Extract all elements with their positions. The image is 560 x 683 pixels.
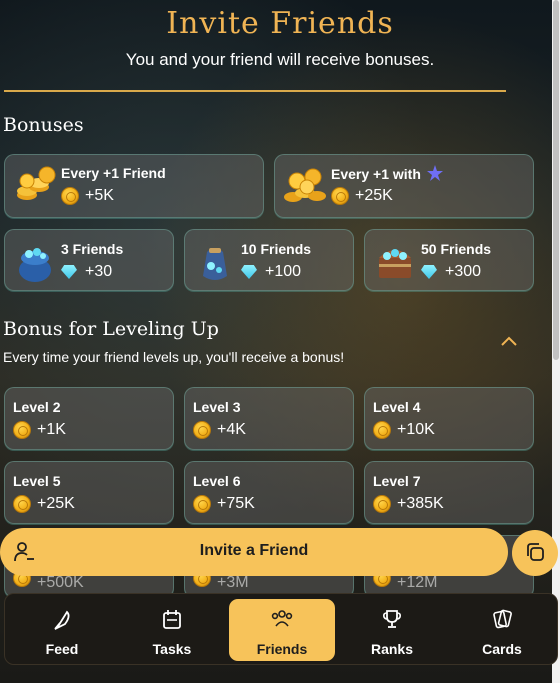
level-value-text: +1K — [37, 421, 66, 438]
bonus-card-every-friend: Every +1 Friend +5K — [4, 154, 264, 218]
coin-icon — [13, 495, 31, 513]
level-value-text: +500K — [37, 574, 84, 591]
bonus-value-text: +25K — [355, 187, 393, 204]
level-name: Level 6 — [193, 473, 241, 489]
bonus-card-name-text: Every +1 with — [331, 166, 421, 182]
level-value: +10K — [373, 421, 435, 439]
bonus-value-text: +30 — [85, 263, 113, 280]
bonus-card-value: +25K — [331, 187, 393, 205]
coin-pile-icon — [284, 168, 326, 202]
level-value: +1K — [13, 421, 66, 439]
invite-friend-button[interactable]: Invite a Friend — [0, 528, 508, 576]
nav-item-cards[interactable]: Cards — [449, 599, 555, 661]
gem-icon — [421, 265, 437, 279]
nav-label: Tasks — [152, 641, 192, 657]
level-value: +25K — [13, 495, 75, 513]
page-title: Invite Friends — [166, 6, 394, 41]
page-subtitle: You and your friend will receive bonuses… — [125, 50, 435, 69]
coin-icon — [193, 495, 211, 513]
bonus-card-value: +30 — [61, 263, 112, 281]
level-name: Level 4 — [373, 399, 421, 415]
copy-icon — [527, 543, 544, 561]
level-value-text: +4K — [217, 421, 246, 438]
bonus-card-10-friends: 10 Friends +100 — [184, 229, 354, 291]
level-card: Level 3 +4K — [184, 387, 354, 450]
gem-bag-icon — [203, 248, 227, 280]
coin-icon — [13, 421, 31, 439]
header-divider — [4, 90, 506, 92]
level-value: +4K — [193, 421, 246, 439]
bonuses-title: Bonuses — [3, 114, 84, 136]
level-card: Level 6 +75K — [184, 461, 354, 524]
coin-icon — [373, 421, 391, 439]
coin-icon — [331, 187, 349, 205]
bonus-card-name: Every +1 Friend — [61, 165, 166, 181]
scrollbar-thumb[interactable] — [553, 0, 559, 360]
copy-link-button[interactable] — [512, 530, 558, 576]
leveling-description: Every time your friend levels up, you'll… — [3, 349, 345, 365]
level-value-text: +12M — [397, 574, 438, 591]
nav-label: Cards — [482, 641, 522, 657]
scrollbar-track[interactable] — [552, 0, 560, 683]
bonus-card-name: Every +1 with — [331, 165, 443, 182]
level-value-text: +385K — [397, 495, 444, 512]
cards-icon — [493, 609, 512, 629]
level-card: Level 4 +10K — [364, 387, 534, 450]
bonus-card-name: 50 Friends — [421, 241, 492, 257]
bonus-card-every-premium: Every +1 with +25K — [274, 154, 534, 218]
coin-icon — [373, 495, 391, 513]
coin-icon — [193, 421, 211, 439]
coin-stack-icon — [17, 166, 56, 200]
nav-label: Feed — [45, 641, 79, 657]
nav-item-friends[interactable]: Friends — [229, 599, 335, 661]
bonus-value-text: +100 — [265, 263, 302, 280]
level-value-text: +3M — [217, 574, 249, 591]
bonus-value-text: +300 — [445, 263, 482, 280]
level-name: Level 3 — [193, 399, 241, 415]
nav-item-ranks[interactable]: Ranks — [339, 599, 445, 661]
coin-icon — [61, 187, 79, 205]
nav-item-feed[interactable]: Feed — [9, 599, 115, 661]
gem-pot-icon — [19, 248, 51, 282]
nav-item-tasks[interactable]: Tasks — [119, 599, 225, 661]
level-card: Level 2 +1K — [4, 387, 174, 450]
level-value-text: +25K — [37, 495, 75, 512]
level-card: Level 5 +25K — [4, 461, 174, 524]
invite-friend-label: Invite a Friend — [199, 542, 309, 559]
level-name: Level 2 — [13, 399, 61, 415]
bonus-card-value: +5K — [61, 187, 114, 205]
chevron-up-icon[interactable] — [500, 335, 518, 347]
bonus-value-text: +5K — [85, 187, 114, 204]
nav-label: Friends — [256, 641, 308, 657]
level-card: Level 7 +385K — [364, 461, 534, 524]
bonus-card-50-friends: 50 Friends +300 — [364, 229, 534, 291]
bonus-card-value: +100 — [241, 263, 301, 281]
level-value-text: +75K — [217, 495, 255, 512]
bottom-nav: Feed Tasks Friends Ranks Cards — [4, 593, 558, 665]
trophy-icon — [383, 610, 401, 628]
nav-label: Ranks — [370, 641, 414, 657]
level-name: Level 5 — [13, 473, 61, 489]
bonus-card-name: 10 Friends — [241, 241, 312, 257]
header: Invite Friends You and your friend will … — [0, 0, 560, 70]
level-name: Level 7 — [373, 473, 421, 489]
bonus-card-3-friends: 3 Friends +30 — [4, 229, 174, 291]
feather-icon — [54, 610, 70, 630]
level-value: +385K — [373, 495, 444, 513]
friends-icon — [271, 610, 293, 627]
gem-icon — [61, 265, 77, 279]
gem-icon — [241, 265, 257, 279]
bonus-card-value: +300 — [421, 263, 481, 281]
calendar-icon — [163, 610, 181, 629]
leveling-title: Bonus for Leveling Up — [3, 318, 219, 340]
star-icon — [426, 165, 443, 181]
bonus-card-name: 3 Friends — [61, 241, 124, 257]
treasure-chest-icon — [379, 249, 411, 278]
level-value-text: +10K — [397, 421, 435, 438]
level-value: +75K — [193, 495, 255, 513]
